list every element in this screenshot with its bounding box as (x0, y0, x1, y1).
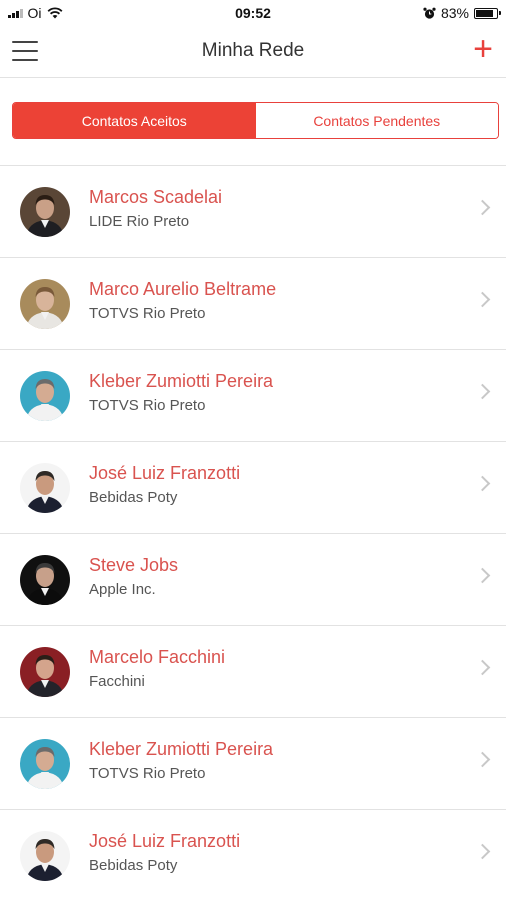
page-title: Minha Rede (201, 40, 305, 61)
tab-contatos-aceitos[interactable]: Contatos Aceitos (13, 103, 256, 138)
contact-company: LIDE Rio Preto (89, 213, 190, 230)
contact-row[interactable]: Marco Aurelio Beltrame TOTVS Rio Preto (0, 258, 506, 350)
contact-list: Marcos Scadelai LIDE Rio Preto Marco Aurel… (0, 166, 506, 900)
contact-name: Marcelo Facchini (89, 647, 226, 667)
chevron-right-icon (474, 199, 491, 216)
navigation-bar: Minha Rede + (0, 26, 506, 78)
contact-name: Steve Jobs (89, 555, 179, 575)
contact-company: Bebidas Poty (89, 489, 178, 506)
contact-info: Kleber Zumiotti Pereira TOTVS Rio Preto (89, 370, 273, 415)
carrier-label: Oi (27, 5, 42, 21)
avatar (20, 462, 70, 513)
alarm-icon (423, 7, 436, 19)
contact-row[interactable]: Kleber Zumiotti Pereira TOTVS Rio Preto (0, 718, 506, 810)
contact-info: Marcelo Facchini Facchini (89, 646, 225, 691)
chevron-right-icon (474, 843, 491, 860)
chevron-right-icon (474, 291, 491, 308)
contact-info: Marco Aurelio Beltrame TOTVS Rio Preto (89, 278, 276, 323)
chevron-right-icon (474, 383, 491, 400)
contact-row[interactable]: José Luiz Franzotti Bebidas Poty (0, 810, 506, 900)
chevron-right-icon (474, 751, 491, 768)
status-left: Oi (8, 5, 63, 21)
avatar (20, 278, 70, 329)
contact-info: Steve Jobs Apple Inc. (89, 554, 178, 599)
contact-name: José Luiz Franzotti (89, 463, 241, 483)
contact-row[interactable]: Marcelo Facchini Facchini (0, 626, 506, 718)
avatar (20, 830, 70, 881)
avatar (20, 370, 70, 421)
signal-icon (8, 8, 23, 18)
contact-name: Marco Aurelio Beltrame (89, 279, 277, 299)
chevron-right-icon (474, 567, 491, 584)
contact-info: Marcos Scadelai LIDE Rio Preto (89, 186, 222, 231)
battery-icon (474, 7, 501, 19)
avatar (20, 554, 70, 605)
avatar (20, 738, 70, 789)
avatar (20, 186, 70, 237)
status-bar: Oi 09:52 83% (0, 0, 506, 26)
contact-row[interactable]: Steve Jobs Apple Inc. (0, 534, 506, 626)
contact-company: TOTVS Rio Preto (89, 765, 206, 782)
contact-name: Marcos Scadelai (89, 187, 223, 207)
contact-info: Kleber Zumiotti Pereira TOTVS Rio Preto (89, 738, 273, 783)
contact-row[interactable]: Kleber Zumiotti Pereira TOTVS Rio Preto (0, 350, 506, 442)
status-right: 83% (423, 5, 501, 21)
contact-name: José Luiz Franzotti (89, 831, 241, 851)
contact-name: Kleber Zumiotti Pereira (89, 371, 274, 391)
contacts-segmented-control: Contatos Aceitos Contatos Pendentes (12, 102, 499, 139)
plus-icon[interactable]: + (468, 32, 498, 68)
chevron-right-icon (474, 659, 491, 676)
contact-row[interactable]: José Luiz Franzotti Bebidas Poty (0, 442, 506, 534)
contact-name: Kleber Zumiotti Pereira (89, 739, 274, 759)
battery-level-fill (476, 9, 493, 17)
tab-contatos-pendentes[interactable]: Contatos Pendentes (255, 103, 498, 138)
contact-company: Bebidas Poty (89, 857, 178, 874)
contact-company: TOTVS Rio Preto (89, 397, 206, 414)
contact-company: Facchini (89, 673, 145, 690)
wifi-icon (47, 7, 62, 19)
avatar (20, 646, 70, 697)
battery-percent: 83% (440, 5, 469, 21)
contact-info: José Luiz Franzotti Bebidas Poty (89, 462, 240, 507)
chevron-right-icon (474, 475, 491, 492)
contact-company: Apple Inc. (89, 581, 156, 598)
contact-row[interactable]: Marcos Scadelai LIDE Rio Preto (0, 166, 506, 258)
contact-company: TOTVS Rio Preto (89, 305, 206, 322)
contact-info: José Luiz Franzotti Bebidas Poty (89, 830, 240, 875)
